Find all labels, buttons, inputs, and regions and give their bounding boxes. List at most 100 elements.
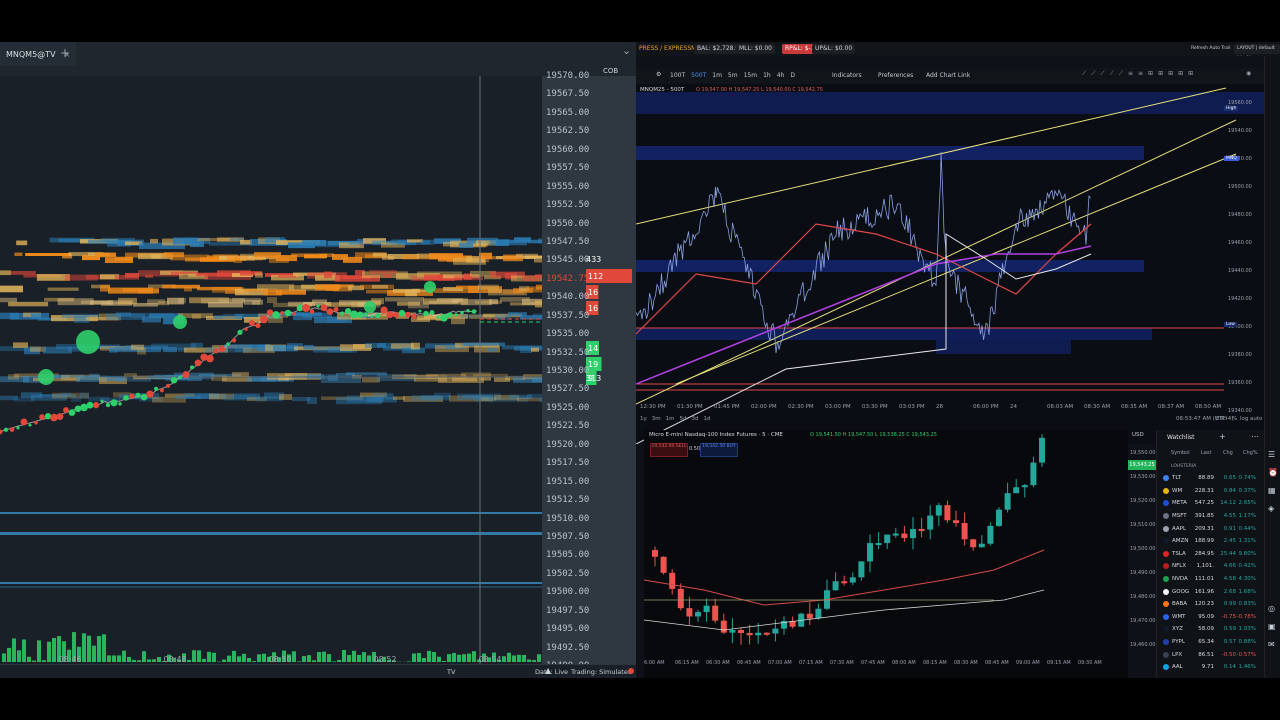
range-3d[interactable]: 3d — [691, 416, 698, 422]
chart2-price-axis[interactable]: 19,550.00 19,530.00 19,520.00 19,510.00 19,5… — [1128, 440, 1156, 660]
watchlist-row[interactable]: MSFT 391.85 4.55 1.17% — [1157, 510, 1265, 523]
sidebar-layers-icon[interactable]: ◈ — [1268, 504, 1274, 513]
session-toggle[interactable]: ETH — [1216, 416, 1227, 422]
ladder-price[interactable]: 19552.50 — [546, 200, 589, 210]
sell-button[interactable]: 19,542.00 SELL — [650, 443, 688, 457]
header-last[interactable]: Last — [1201, 450, 1223, 456]
watchlist-row[interactable]: BABA 120.23 0.99 0.83% — [1157, 598, 1265, 611]
scale-log[interactable]: log — [1240, 416, 1248, 422]
add-symbol-icon[interactable]: + — [1219, 432, 1226, 441]
sidebar-chat-icon[interactable]: ✉ — [1268, 640, 1275, 649]
interval-d[interactable]: D — [790, 72, 795, 79]
ladder-price[interactable]: 19570.00 — [546, 71, 589, 81]
collapse-icon[interactable]: ⌄ — [622, 44, 631, 57]
watchlist-row[interactable]: GOOG 161.96 2.68 1.68% — [1157, 585, 1265, 598]
sidebar-help-icon[interactable]: ◎ — [1268, 604, 1275, 613]
ladder-price[interactable]: 19547.50 — [546, 237, 589, 247]
watchlist-row[interactable]: NFLX 1,101. 4.66 0.42% — [1157, 560, 1265, 573]
more-icon[interactable]: ⋯ — [1251, 432, 1259, 441]
range-1m[interactable]: 1m — [666, 416, 675, 422]
ladder-price[interactable]: 19512.50 — [546, 495, 589, 505]
chart1-price-axis[interactable]: 19560.00 19540.00 19520.00 19500.00 19480.00… — [1224, 86, 1268, 446]
interval-1m[interactable]: 1m — [712, 72, 722, 79]
watchlist-title[interactable]: Watchlist — [1167, 434, 1195, 441]
ladder-price[interactable]: 19527.50 — [546, 384, 589, 394]
header-symbol[interactable]: Symbol — [1171, 450, 1201, 456]
watchlist-row[interactable]: LPX 86.51 -0.50 -0.57% — [1157, 648, 1265, 661]
sidebar-calendar-icon[interactable]: ▣ — [1268, 622, 1276, 631]
interval-15m[interactable]: 15m — [744, 72, 757, 79]
ladder-price[interactable]: 19525.00 — [546, 403, 589, 413]
layout-select[interactable]: LAYOUT | default (draft) — [1234, 44, 1280, 61]
ladder-price[interactable]: 19542.75 — [546, 274, 589, 284]
interval-100t[interactable]: 100T — [670, 72, 685, 79]
ladder-price[interactable]: 19537.50 — [546, 311, 589, 321]
ladder-price[interactable]: 19492.50 — [546, 643, 589, 653]
watchlist-row[interactable]: PYPL 65.34 0.57 0.88% — [1157, 636, 1265, 649]
watchlist-row[interactable]: XYZ 58.09 0.59 1.03% — [1157, 623, 1265, 636]
buy-button[interactable]: 19,542.50 BUY — [700, 443, 738, 457]
sidebar-data-icon[interactable]: ▦ — [1268, 486, 1276, 495]
ladder-price[interactable]: 19497.50 — [546, 606, 589, 616]
ladder-price[interactable]: 19520.00 — [546, 440, 589, 450]
header-chgpct[interactable]: Chg% — [1243, 450, 1258, 456]
ladder-price[interactable]: 19560.00 — [546, 145, 589, 155]
range-1y[interactable]: 1y — [640, 416, 647, 422]
add-tab-button[interactable]: + — [60, 46, 70, 60]
watchlist-row[interactable]: WMT 95.09 -0.75 -0.78% — [1157, 611, 1265, 624]
ladder-price[interactable]: 19495.00 — [546, 624, 589, 634]
ladder-price[interactable]: 19562.50 — [546, 126, 589, 136]
interval-5m[interactable]: 5m — [728, 72, 738, 79]
watchlist-row[interactable]: AAPL 209.31 0.91 0.44% — [1157, 522, 1265, 535]
sidebar-alerts-icon[interactable]: ⏰ — [1268, 468, 1278, 477]
chart-500t[interactable] — [636, 84, 1268, 444]
ladder-price[interactable]: 19535.00 — [546, 329, 589, 339]
ladder-price[interactable]: 19500.00 — [546, 587, 589, 597]
interval-1h[interactable]: 1h — [763, 72, 771, 79]
preferences-button[interactable]: Preferences — [878, 72, 913, 79]
header-chg[interactable]: Chg — [1223, 450, 1243, 456]
chart-5min-candles[interactable] — [644, 430, 1128, 678]
watchlist-row[interactable]: NVDA 111.01 4.58 4.30% — [1157, 573, 1265, 586]
ladder-price[interactable]: 19550.00 — [546, 219, 589, 229]
heatmap-canvas[interactable]: 08:46 08:48 08:50 08:52 08:54 — [0, 76, 542, 666]
range-3m[interactable]: 3m — [652, 416, 661, 422]
watchlist-row[interactable]: TSLA 284.95 25.44 9.80% — [1157, 548, 1265, 561]
sidebar-watchlist-icon[interactable]: ☰ — [1268, 450, 1275, 459]
ladder-price[interactable]: 19522.50 — [546, 421, 589, 431]
watchlist-row[interactable]: WM 228.31 0.84 0.37% — [1157, 485, 1265, 498]
settings-icon[interactable]: ⚙ — [656, 71, 661, 78]
ladder-price[interactable]: 19567.50 — [546, 89, 589, 99]
camera-icon[interactable]: ◉ — [1246, 70, 1251, 77]
price-ladder[interactable]: 112 16 16 14 19 9 433 313 19570.00 19567.50 19565… — [542, 71, 636, 671]
ladder-price[interactable]: 19555.00 — [546, 182, 589, 192]
scale-percent[interactable]: % — [1232, 416, 1237, 422]
watchlist-section[interactable]: LOHSTERIA — [1171, 464, 1196, 469]
watchlist-row[interactable]: AMZN 188.99 2.45 1.31% — [1157, 535, 1265, 548]
interval-4h[interactable]: 4h — [777, 72, 785, 79]
range-1d[interactable]: 1d — [703, 416, 710, 422]
ladder-price[interactable]: 19502.50 — [546, 569, 589, 579]
watchlist-row[interactable]: AAL 9.71 0.14 1.46% — [1157, 661, 1265, 674]
range-5d[interactable]: 5d — [679, 416, 686, 422]
ladder-price[interactable]: 19517.50 — [546, 458, 589, 468]
ladder-price[interactable]: 19510.00 — [546, 514, 589, 524]
ladder-price[interactable]: 19540.00 — [546, 292, 589, 302]
ladder-price[interactable]: 19505.00 — [546, 550, 589, 560]
watchlist-row[interactable]: TLT 88.89 0.65 0.74% — [1157, 472, 1265, 485]
interval-500t[interactable]: 500T — [691, 72, 706, 79]
currency-label[interactable]: USD — [1132, 432, 1144, 438]
ladder-price[interactable]: 19515.00 — [546, 477, 589, 487]
drawing-tools-icon[interactable]: ⟋⟋⟋⟋⟋≡≡⊞⊞⊞⊞⊞ — [1082, 70, 1198, 78]
auto-trail[interactable]: Refresh Auto Trail — [1188, 44, 1234, 54]
add-chart-link-button[interactable]: Add Chart Link — [926, 72, 970, 79]
watchlist-row[interactable]: META 547.25 14.12 2.65% — [1157, 497, 1265, 510]
scale-auto[interactable]: auto — [1250, 416, 1262, 422]
ladder-price[interactable]: 19532.50 — [546, 348, 589, 358]
ladder-price[interactable]: 19530.00 — [546, 366, 589, 376]
ladder-price[interactable]: 19565.00 — [546, 108, 589, 118]
ladder-price[interactable]: 19557.50 — [546, 163, 589, 173]
ladder-price[interactable]: 19507.50 — [546, 532, 589, 542]
indicators-button[interactable]: Indicators — [832, 72, 862, 79]
ladder-price[interactable]: 19545.00 — [546, 255, 589, 265]
